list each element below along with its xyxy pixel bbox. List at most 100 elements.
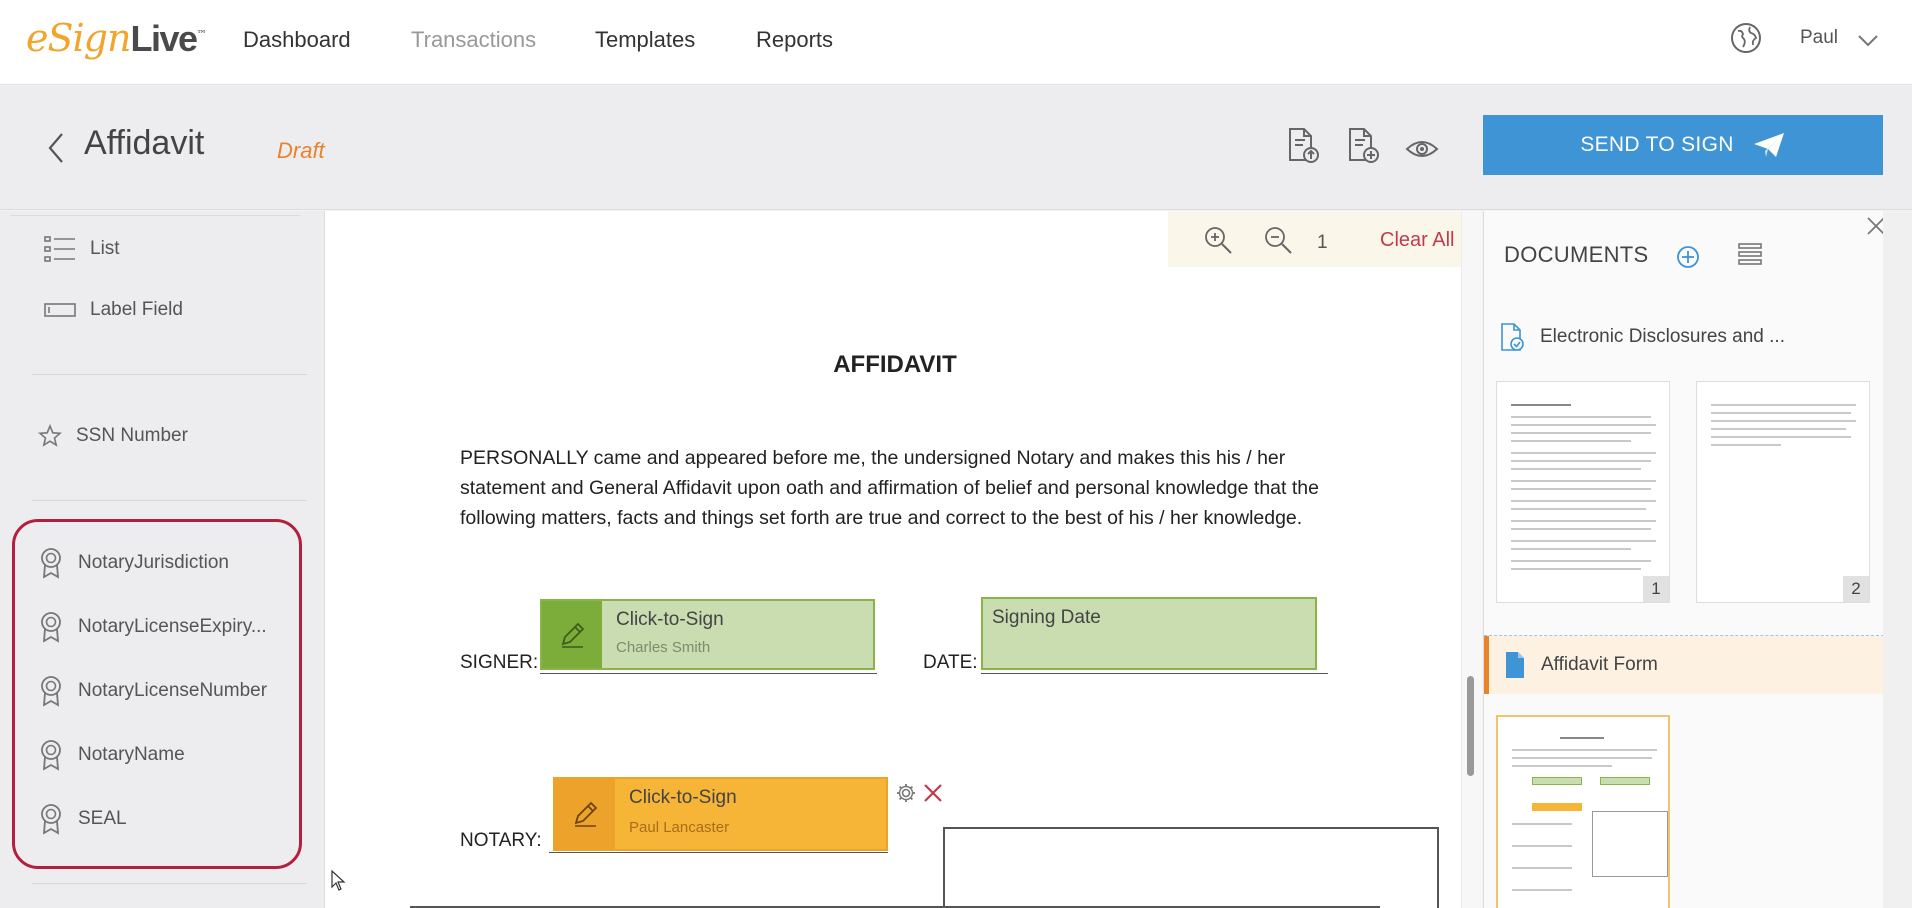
field-tools: [895, 781, 945, 805]
thumb-line: [1711, 420, 1856, 422]
logo-e: e: [26, 16, 48, 60]
document-heading: AFFIDAVIT: [833, 351, 957, 378]
signer-field-label: Click-to-Sign: [616, 609, 724, 630]
ribbon-icon: [41, 740, 61, 771]
field-notary-license-number[interactable]: NotaryLicenseNumber: [38, 675, 267, 707]
close-icon[interactable]: [921, 781, 945, 805]
user-menu-name[interactable]: Paul: [1800, 27, 1838, 49]
thumb-line: [1711, 428, 1846, 430]
nav-dashboard[interactable]: Dashboard: [243, 27, 351, 53]
ribbon-icon: [41, 676, 61, 707]
transaction-title: Affidavit: [84, 124, 205, 162]
page-number-badge: 1: [1643, 576, 1669, 602]
document-electronic-disclosures[interactable]: Electronic Disclosures and ...: [1484, 315, 1884, 359]
divider: [32, 374, 307, 375]
notary-underline: [549, 852, 888, 853]
date-underline: [981, 673, 1328, 674]
notary-signature-field[interactable]: Click-to-Sign Paul Lancaster: [553, 777, 888, 851]
star-icon: [38, 424, 62, 447]
logo-sign: Sign: [47, 16, 132, 60]
signer-underline: [540, 673, 877, 674]
add-document-icon[interactable]: [1344, 126, 1380, 164]
field-list-label: List: [90, 238, 120, 259]
field-ssn-number-label: SSN Number: [76, 425, 188, 446]
document-icon: [1506, 652, 1524, 678]
thumb-line: [1511, 460, 1651, 462]
list-icon: [44, 236, 75, 262]
mouse-cursor-icon: [331, 870, 346, 891]
label-field-icon: [44, 303, 76, 317]
documents-heading: DOCUMENTS: [1504, 242, 1649, 267]
thumb-date-field: [1600, 777, 1650, 785]
divider: [32, 883, 307, 884]
thumb-line: [1511, 500, 1656, 502]
thumb-line: [1511, 416, 1651, 418]
field-notary-name[interactable]: NotaryName: [38, 739, 185, 771]
scrollbar-thumb[interactable]: [1467, 676, 1474, 776]
field-label-field[interactable]: Label Field: [44, 299, 183, 321]
logo-tm: ™: [196, 29, 207, 41]
chevron-down-icon[interactable]: [1856, 30, 1880, 50]
thumb-line: [1511, 540, 1656, 542]
thumb-line: [1512, 749, 1657, 751]
zoom-out-icon[interactable]: [1263, 225, 1293, 255]
logo-live: Live: [130, 18, 198, 59]
thumb-line: [1511, 452, 1656, 454]
reorder-list-icon[interactable]: [1737, 241, 1763, 267]
thumb-line: [1711, 412, 1851, 414]
signature-pen-badge: [555, 779, 615, 849]
ribbon-icon: [41, 612, 61, 643]
gear-icon[interactable]: [895, 782, 917, 804]
document-paragraph: PERSONALLY came and appeared before me, …: [460, 447, 1319, 529]
send-to-sign-button[interactable]: SEND TO SIGN: [1483, 115, 1883, 175]
upload-document-icon[interactable]: [1284, 126, 1320, 164]
paper-plane-icon: [1753, 133, 1784, 157]
page-thumbnail-2[interactable]: 2: [1696, 381, 1870, 603]
thumb-line: [1711, 404, 1856, 406]
documents-panel-scrollbar[interactable]: [1883, 211, 1912, 908]
thumb-line: [1512, 889, 1572, 891]
preview-eye-icon[interactable]: [1404, 130, 1440, 168]
thumb-line: [1511, 520, 1656, 522]
field-ssn-number[interactable]: SSN Number: [38, 424, 188, 448]
nav-transactions[interactable]: Transactions: [411, 27, 536, 53]
thumb-line: [1511, 568, 1641, 570]
notary-field-label: Click-to-Sign: [629, 787, 737, 808]
document-scrollbar[interactable]: [1461, 211, 1482, 908]
nav-reports[interactable]: Reports: [756, 27, 833, 53]
pencil-icon: [574, 801, 598, 827]
status-badge: Draft: [277, 138, 325, 163]
signing-date-field[interactable]: Signing Date: [981, 597, 1317, 670]
add-document-plus-icon[interactable]: [1676, 245, 1700, 269]
globe-icon[interactable]: [1730, 22, 1762, 54]
thumb-line: [1512, 823, 1572, 825]
date-label: DATE:: [923, 652, 978, 673]
signer-label: SIGNER:: [460, 652, 539, 673]
field-list[interactable]: List: [44, 235, 120, 263]
field-label-field-label: Label Field: [90, 299, 183, 320]
field-seal[interactable]: SEAL: [38, 803, 127, 835]
thumb-line: [1711, 444, 1781, 446]
field-notary-jurisdiction[interactable]: NotaryJurisdiction: [38, 547, 229, 579]
thumb-line: [1511, 432, 1651, 434]
nav-templates[interactable]: Templates: [595, 27, 695, 53]
document-canvas: 1 Clear All AFFIDAVIT PERSONALLY came an…: [325, 211, 1482, 908]
pencil-icon: [561, 622, 585, 648]
thumb-signer-field: [1532, 777, 1582, 785]
back-arrow-icon[interactable]: [46, 131, 66, 165]
zoom-in-icon[interactable]: [1203, 225, 1233, 255]
thumb-line: [1511, 440, 1631, 442]
panel-top-divider: [10, 215, 300, 216]
page-thumbnail-1[interactable]: 1: [1496, 381, 1670, 603]
page-thumbnail-affidavit[interactable]: [1496, 715, 1670, 908]
thumb-line: [1511, 424, 1656, 426]
signing-date-label: Signing Date: [992, 607, 1101, 628]
signer-signature-field[interactable]: Click-to-Sign Charles Smith: [540, 599, 875, 670]
thumb-line: [1512, 765, 1612, 767]
field-notary-name-label: NotaryName: [78, 744, 185, 765]
clear-all-button[interactable]: Clear All: [1380, 229, 1454, 252]
document-affidavit-form[interactable]: Affidavit Form: [1484, 636, 1884, 694]
thumb-seal-box: [1592, 811, 1668, 877]
esignlive-logo[interactable]: eSignLive™: [26, 16, 207, 60]
field-notary-license-expiry[interactable]: NotaryLicenseExpiry...: [38, 611, 267, 643]
